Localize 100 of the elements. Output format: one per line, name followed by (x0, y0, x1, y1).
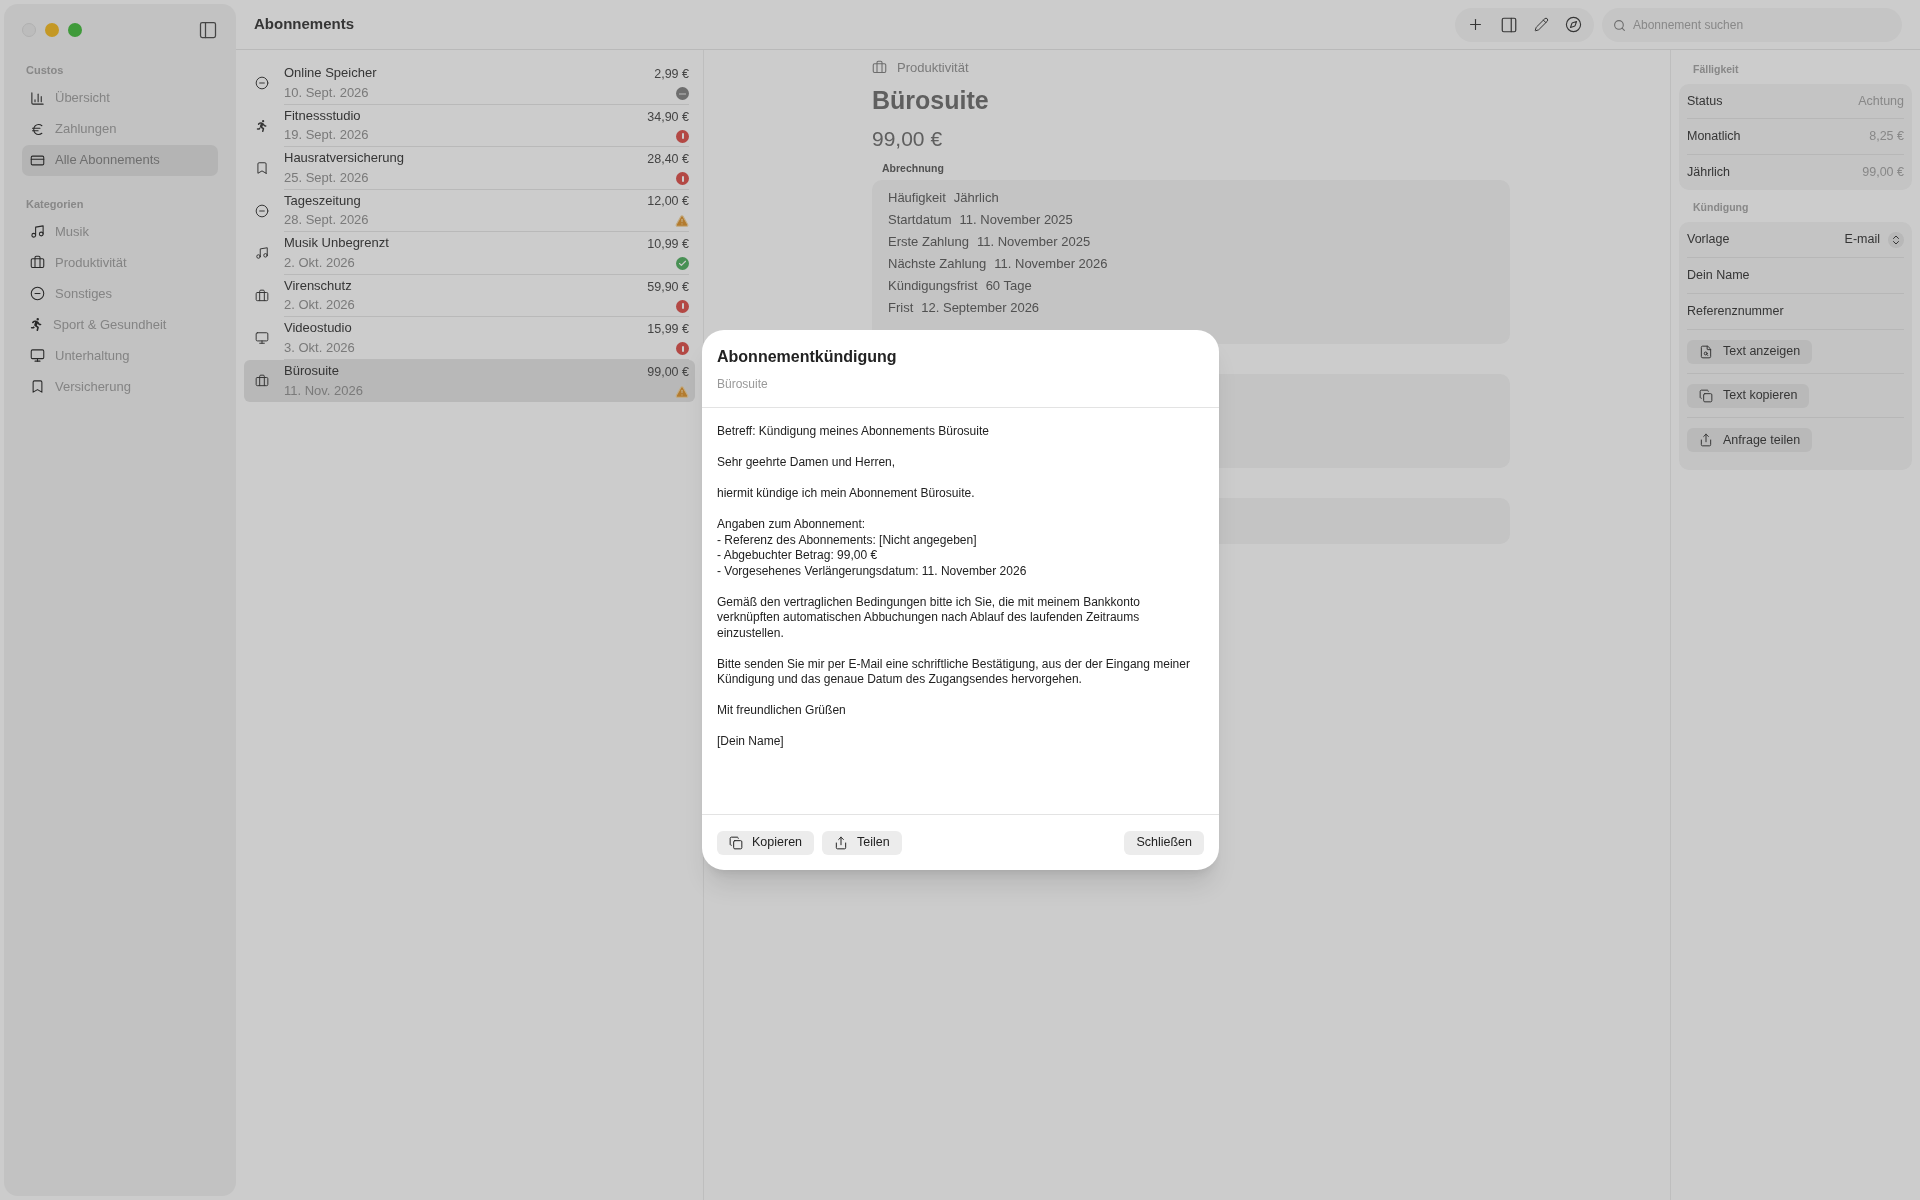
briefcase-icon (255, 373, 269, 388)
add-icon[interactable] (1467, 16, 1484, 33)
template-select[interactable]: E-mail (1844, 230, 1904, 249)
subscription-row[interactable]: Tageszeitung 28. Sept. 2026 12,00 € (244, 189, 695, 232)
billing-label: Startdatum (888, 211, 952, 229)
text-field[interactable]: Referenznummer (1687, 302, 1904, 321)
letter-paragraph: Betreff: Kündigung meines Abonnements Bürosuite (717, 424, 990, 440)
close-button[interactable]: Schließen (1124, 830, 1204, 855)
share-icon (834, 835, 849, 850)
subscription-name: Fitnessstudio (284, 106, 362, 125)
subscription-title: Bürosuite (872, 84, 990, 116)
subscription-amount: 99,00 € (872, 126, 944, 152)
monitor-icon (255, 331, 269, 346)
letter-paragraph: Angaben zum Abonnement: - Referenz des Abonnements: [Nicht angegeben] - Abgebuchter Betrag: 99,00 € - Vorgesehenes Verlängerungsdatum: 11. November 2026 (717, 517, 1028, 579)
briefcase-icon (30, 255, 45, 270)
subscription-date: 28. Sept. 2026 (284, 211, 369, 230)
runner-icon (256, 119, 268, 132)
subscription-name: Online Speicher (284, 64, 377, 83)
subscription-row[interactable]: Videostudio 3. Okt. 2026 15,99 € (244, 317, 695, 360)
subscription-price: 10,99 € (647, 236, 689, 254)
copy-icon (729, 835, 743, 850)
subscription-date: 11. Nov. 2026 (284, 381, 363, 400)
runner-icon (30, 318, 43, 331)
billing-value: Jährlich (953, 189, 999, 207)
billing-value: 11. November 2026 (994, 255, 1108, 273)
billing-value: 12. September 2026 (921, 299, 1040, 317)
category-label: Produktivität (897, 59, 969, 77)
due-value: Achtung (1858, 92, 1904, 110)
sidebar-section-title: Custos (25, 63, 65, 78)
subscription-price: 2,99 € (654, 66, 689, 84)
action-button[interactable]: Anfrage teilen (1687, 428, 1813, 452)
billing-value: 11. November 2025 (976, 233, 1091, 251)
subscription-date: 2. Okt. 2026 (284, 253, 356, 272)
share-icon (1699, 433, 1713, 447)
dialog-title: Abonnementkündigung (717, 347, 898, 367)
subscription-name: Videostudio (284, 319, 353, 338)
sidebar-toggle-icon[interactable] (198, 20, 218, 40)
sidebar-section-title: Kategorien (25, 196, 85, 212)
window-title: Abonnements (254, 14, 354, 35)
subscription-row[interactable]: Bürosuite 11. Nov. 2026 99,00 € (244, 359, 695, 402)
subscription-name: Virenschutz (284, 276, 353, 295)
subscription-date: 25. Sept. 2026 (284, 168, 370, 187)
subscription-price: 34,90 € (647, 108, 689, 126)
subscription-name: Tageszeitung (284, 191, 362, 210)
letter-paragraph: Bitte senden Sie mir per E-Mail eine schriftliche Bestätigung, aus der der Eingang meiner Kündigung und das genaue Datum des Zugangsendes hervorgehen. (717, 656, 1191, 688)
dialog-button[interactable]: Teilen (822, 830, 902, 855)
billing-label: Kündigungsfrist (888, 277, 978, 295)
letter-paragraph: Gemäß den vertraglichen Bedingungen bitte ich Sie, die mit meinem Bankkonto verknüpften automatischen Abbuchungen nach Ablauf des laufenden Zeitraums einzustellen. (717, 594, 1141, 641)
compass-icon[interactable] (1565, 16, 1582, 33)
due-value: 8,25 € (1869, 128, 1904, 146)
billing-label: Frist (888, 299, 914, 317)
subscription-date: 19. Sept. 2026 (284, 126, 369, 145)
section-title: Kündigung (1693, 200, 1750, 216)
action-button[interactable]: Text kopieren (1687, 383, 1810, 408)
letter-paragraph: [Dein Name] (717, 734, 785, 750)
letter-paragraph: hiermit kündige ich mein Abonnement Bürosuite. (717, 486, 976, 502)
dialog-button[interactable]: Kopieren (717, 830, 815, 855)
due-label: Jährlich (1687, 164, 1731, 182)
due-label: Monatlich (1687, 128, 1741, 146)
minus-circle-icon (255, 203, 269, 218)
subscription-price: 12,00 € (647, 193, 689, 211)
subscription-row[interactable]: Fitnessstudio 19. Sept. 2026 34,90 € (244, 104, 695, 147)
music-note-icon (255, 246, 269, 261)
music-note-icon (30, 224, 45, 239)
search-field[interactable]: Abonnement suchen (1602, 7, 1902, 42)
copy-icon (1699, 388, 1713, 403)
due-value: 99,00 € (1862, 164, 1904, 182)
subscription-row[interactable]: Online Speicher 10. Sept. 2026 2,99 € (244, 62, 695, 105)
subscription-row[interactable]: Virenschutz 2. Okt. 2026 59,90 € (244, 274, 695, 317)
due-label: Status (1687, 92, 1723, 110)
billing-value: 60 Tage (985, 277, 1032, 295)
subscription-row[interactable]: Hausratversicherung 25. Sept. 2026 28,40 € (244, 147, 695, 190)
euro-icon (30, 121, 45, 137)
subscription-price: 15,99 € (647, 321, 689, 339)
section-title: Abrechnung (882, 160, 945, 176)
action-button[interactable]: Text anzeigen (1687, 339, 1813, 364)
monitor-icon (30, 348, 45, 363)
briefcase-icon (255, 288, 269, 303)
card-icon (30, 152, 45, 168)
text-field[interactable]: Dein Name (1687, 266, 1904, 285)
section-title: Fälligkeit (1693, 62, 1740, 77)
subscription-price: 59,90 € (647, 278, 689, 296)
subscription-row[interactable]: Musik Unbegrenzt 2. Okt. 2026 10,99 € (244, 232, 695, 275)
chart-icon (30, 90, 45, 106)
search-icon (1613, 18, 1626, 32)
subscription-price: 28,40 € (647, 151, 689, 169)
dialog-subtitle: Bürosuite (717, 376, 769, 393)
briefcase-icon (872, 60, 887, 76)
document-search-icon (1699, 344, 1713, 359)
subscription-name: Bürosuite (284, 362, 340, 381)
billing-label: Nächste Zahlung (888, 255, 987, 273)
billing-label: Häufigkeit (888, 189, 946, 207)
minus-circle-icon (255, 76, 269, 91)
subscription-price: 99,00 € (647, 363, 689, 381)
billing-label: Erste Zahlung (888, 233, 969, 251)
bookmark-icon (255, 161, 269, 176)
letter-paragraph: Sehr geehrte Damen und Herren, (717, 455, 897, 471)
pencil-icon[interactable] (1534, 17, 1549, 32)
minus-circle-icon (30, 286, 45, 301)
inspector-toggle-icon[interactable] (1500, 15, 1518, 34)
